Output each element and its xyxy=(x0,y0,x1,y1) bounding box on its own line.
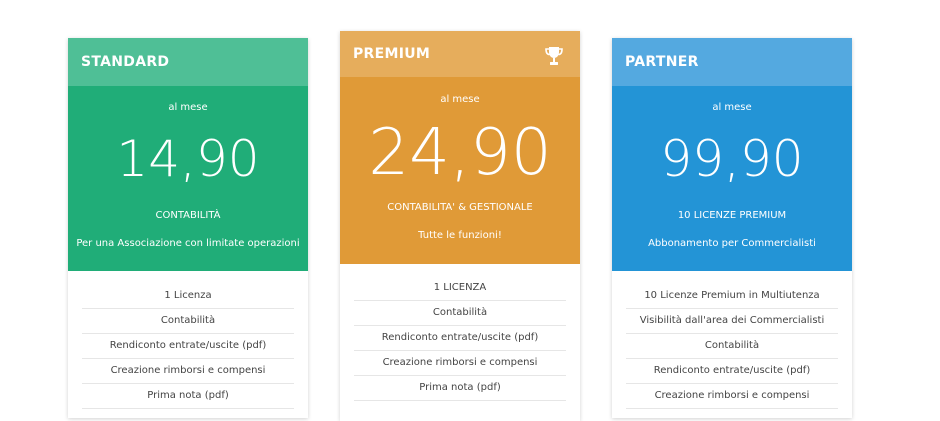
feature-item: Rendiconto entrate/uscite (pdf) xyxy=(354,326,566,351)
feature-item: Rendiconto entrate/uscite (pdf) xyxy=(626,359,838,384)
plan-category: CONTABILITA' & GESTIONALE xyxy=(387,202,533,213)
card-header: STANDARD xyxy=(68,38,308,86)
card-price-panel: al mese 14,90 CONTABILITÀ Per una Associ… xyxy=(68,86,308,271)
card-price-panel: al mese 99,90 10 LICENZE PREMIUM Abbonam… xyxy=(612,86,852,271)
plan-price: 14,90 xyxy=(116,130,260,188)
feature-item: Contabilità xyxy=(626,334,838,359)
feature-item: Prima nota (pdf) xyxy=(354,376,566,401)
feature-item: Contabilità xyxy=(354,301,566,326)
feature-item: Prima nota (pdf) xyxy=(82,384,294,409)
billing-period: al mese xyxy=(712,102,752,113)
card-price-panel: al mese 24,90 CONTABILITA' & GESTIONALE … xyxy=(340,77,580,264)
plan-description: Per una Associazione con limitate operaz… xyxy=(76,238,300,249)
feature-list: 1 LICENZA Contabilità Rendiconto entrate… xyxy=(340,264,580,401)
pricing-card-standard: STANDARD al mese 14,90 CONTABILITÀ Per u… xyxy=(68,38,308,418)
plan-description: Abbonamento per Commercialisti xyxy=(648,238,816,249)
card-header: PARTNER xyxy=(612,38,852,86)
plan-category: CONTABILITÀ xyxy=(155,210,221,221)
feature-item: Visibilità dall'area dei Commercialisti xyxy=(626,309,838,334)
billing-period: al mese xyxy=(440,94,480,105)
feature-item: 1 LICENZA xyxy=(354,276,566,301)
feature-item: Creazione rimborsi e compensi xyxy=(82,359,294,384)
feature-item: 10 Licenze Premium in Multiutenza xyxy=(626,284,838,309)
feature-item: Creazione rimborsi e compensi xyxy=(626,384,838,409)
feature-item: 1 Licenza xyxy=(82,284,294,309)
feature-item: Rendiconto entrate/uscite (pdf) xyxy=(82,334,294,359)
billing-period: al mese xyxy=(168,102,208,113)
plan-name: STANDARD xyxy=(81,54,170,70)
card-header: PREMIUM xyxy=(340,31,580,77)
feature-item: Contabilità xyxy=(82,309,294,334)
plan-name: PREMIUM xyxy=(353,46,431,62)
feature-list: 10 Licenze Premium in Multiutenza Visibi… xyxy=(612,271,852,409)
plan-price: 24,90 xyxy=(368,116,552,190)
plan-category: 10 LICENZE PREMIUM xyxy=(677,210,787,221)
pricing-card-premium: PREMIUM al mese 24,90 CONTABILITA' & GES… xyxy=(340,31,580,421)
plan-name: PARTNER xyxy=(625,54,699,70)
feature-item: Creazione rimborsi e compensi xyxy=(354,351,566,376)
feature-list: 1 Licenza Contabilità Rendiconto entrate… xyxy=(68,271,308,409)
trophy-icon xyxy=(545,47,563,65)
plan-description: Tutte le funzioni! xyxy=(418,230,502,241)
plan-price: 99,90 xyxy=(660,130,804,188)
pricing-card-partner: PARTNER al mese 99,90 10 LICENZE PREMIUM… xyxy=(612,38,852,418)
